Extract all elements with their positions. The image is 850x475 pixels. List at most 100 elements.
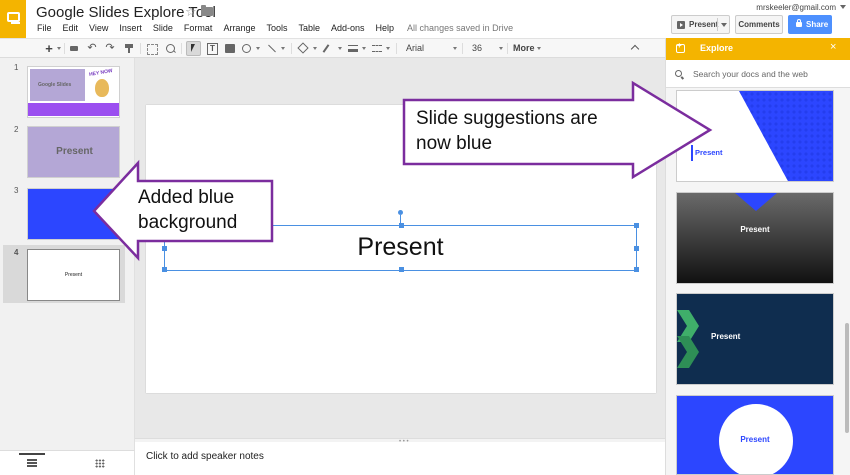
thumb-title: Present bbox=[56, 146, 93, 157]
sticker-head bbox=[95, 79, 109, 97]
callout-line: Added blue bbox=[138, 187, 235, 208]
slide-number: 3 bbox=[14, 186, 19, 195]
layout-suggestion-2[interactable]: Present bbox=[676, 192, 834, 284]
slide-number: 1 bbox=[14, 63, 19, 72]
explore-scrollbar[interactable] bbox=[845, 323, 849, 433]
comments-button[interactable]: Comments bbox=[735, 15, 783, 34]
font-size-select[interactable]: 36 bbox=[466, 41, 504, 56]
slide-thumbnail-2[interactable]: Present bbox=[27, 126, 120, 178]
resize-handle[interactable] bbox=[634, 223, 639, 228]
shape-icon[interactable] bbox=[241, 41, 261, 56]
toolbar-divider bbox=[181, 43, 182, 54]
grid-view-icon[interactable] bbox=[95, 459, 105, 468]
resize-handle[interactable] bbox=[634, 267, 639, 272]
resize-handle[interactable] bbox=[399, 267, 404, 272]
menu-slide[interactable]: Slide bbox=[153, 23, 173, 36]
border-color-icon[interactable] bbox=[322, 41, 343, 56]
explore-search-bar[interactable] bbox=[666, 60, 850, 88]
image-icon[interactable] bbox=[224, 41, 236, 56]
play-icon bbox=[677, 21, 685, 29]
left-callout-text: Added blue background bbox=[138, 185, 237, 235]
resize-handle[interactable] bbox=[634, 246, 639, 251]
star-icon[interactable]: ☆ bbox=[185, 4, 197, 20]
resize-handle[interactable] bbox=[162, 246, 167, 251]
menu-file[interactable]: File bbox=[37, 23, 52, 36]
layout-suggestion-4[interactable]: Present bbox=[676, 395, 834, 475]
menu-arrange[interactable]: Arrange bbox=[223, 23, 255, 36]
right-callout-text: Slide suggestions are now blue bbox=[416, 106, 598, 156]
zoom-fit-icon[interactable] bbox=[146, 41, 158, 56]
resize-handle[interactable] bbox=[399, 223, 404, 228]
resize-handle[interactable] bbox=[162, 267, 167, 272]
sticker-text: HEY NOW bbox=[88, 67, 114, 79]
account-email[interactable]: mrskeeler@gmail.com bbox=[756, 3, 836, 12]
speaker-notes[interactable]: Click to add speaker notes bbox=[135, 442, 665, 475]
slide-filmstrip: 1 Google Slides HEY NOW 2 Present 3 4 Pr… bbox=[0, 58, 135, 450]
callout-line: now blue bbox=[416, 133, 493, 154]
suggestion-background bbox=[739, 91, 833, 181]
select-cursor-icon[interactable] bbox=[186, 41, 201, 56]
share-label: Share bbox=[806, 20, 829, 29]
toolbar-divider bbox=[462, 43, 463, 54]
fill-color-icon[interactable] bbox=[297, 41, 318, 56]
chevron-down-icon[interactable] bbox=[721, 23, 727, 27]
toolbar-divider bbox=[396, 43, 397, 54]
menu-insert[interactable]: Insert bbox=[119, 23, 142, 36]
explore-title: Explore bbox=[700, 43, 734, 53]
border-dash-icon[interactable] bbox=[371, 41, 391, 56]
suggestion-title: Present bbox=[740, 435, 770, 444]
present-button[interactable]: Present bbox=[671, 15, 730, 34]
print-icon[interactable] bbox=[69, 41, 79, 56]
slide-title[interactable]: Present bbox=[165, 233, 636, 262]
menu-help[interactable]: Help bbox=[376, 23, 395, 36]
slide-thumbnail-1[interactable]: Google Slides HEY NOW bbox=[27, 66, 120, 118]
save-status: All changes saved in Drive bbox=[407, 23, 514, 33]
suggestion-title: Present bbox=[711, 332, 741, 341]
explore-search-input[interactable] bbox=[693, 67, 843, 81]
speaker-notes-placeholder[interactable]: Click to add speaker notes bbox=[146, 451, 264, 462]
new-slide-button[interactable]: + bbox=[36, 41, 62, 56]
border-weight-icon[interactable] bbox=[347, 41, 367, 56]
thumb-band bbox=[28, 103, 119, 116]
layout-suggestion-1[interactable]: Present bbox=[676, 90, 834, 182]
more-menu[interactable]: More bbox=[510, 41, 542, 56]
filmstrip-view-icon[interactable] bbox=[27, 459, 37, 467]
text-box-icon[interactable] bbox=[206, 41, 218, 56]
slide-thumbnail-3[interactable] bbox=[27, 188, 120, 240]
chevron-up-icon[interactable] bbox=[630, 41, 642, 56]
suggestion-accent-bar bbox=[691, 145, 693, 161]
close-icon[interactable]: × bbox=[830, 41, 836, 53]
menu-format[interactable]: Format bbox=[184, 23, 213, 36]
menu-add-ons[interactable]: Add-ons bbox=[331, 23, 365, 36]
slide-thumbnail-4[interactable]: Present bbox=[27, 249, 120, 301]
filmstrip-footer bbox=[0, 450, 135, 475]
explore-panel: Explore × Present Present Present bbox=[665, 38, 850, 475]
line-icon[interactable] bbox=[266, 41, 286, 56]
present-label: Present bbox=[689, 20, 719, 29]
menu-edit[interactable]: Edit bbox=[63, 23, 79, 36]
thumb-title: Present bbox=[64, 272, 83, 278]
redo-icon[interactable]: ↷ bbox=[104, 41, 116, 56]
callout-line: background bbox=[138, 212, 238, 233]
share-button[interactable]: Share bbox=[788, 15, 832, 34]
paint-format-icon[interactable] bbox=[124, 41, 134, 56]
menu-view[interactable]: View bbox=[89, 23, 108, 36]
menu-table[interactable]: Table bbox=[298, 23, 320, 36]
undo-icon[interactable]: ↶ bbox=[86, 41, 98, 56]
slides-logo-icon[interactable] bbox=[0, 0, 26, 38]
explore-header: Explore × bbox=[666, 38, 850, 60]
zoom-icon[interactable] bbox=[165, 41, 177, 56]
present-divider bbox=[717, 18, 718, 31]
toolbar-divider bbox=[507, 43, 508, 54]
folder-icon[interactable] bbox=[201, 5, 213, 16]
thumb-title: Google Slides bbox=[38, 82, 72, 88]
layout-suggestion-3[interactable]: Present bbox=[676, 293, 834, 385]
suggestion-title: Present bbox=[740, 225, 770, 234]
suggestion-chevron-shape bbox=[677, 310, 699, 368]
menu-tools[interactable]: Tools bbox=[266, 23, 287, 36]
lock-icon bbox=[796, 19, 802, 27]
toolbar-divider bbox=[291, 43, 292, 54]
font-family-select[interactable]: Arial bbox=[400, 41, 458, 56]
account-caret-icon[interactable] bbox=[840, 5, 846, 9]
suggestion-triangle-shape bbox=[735, 193, 777, 211]
